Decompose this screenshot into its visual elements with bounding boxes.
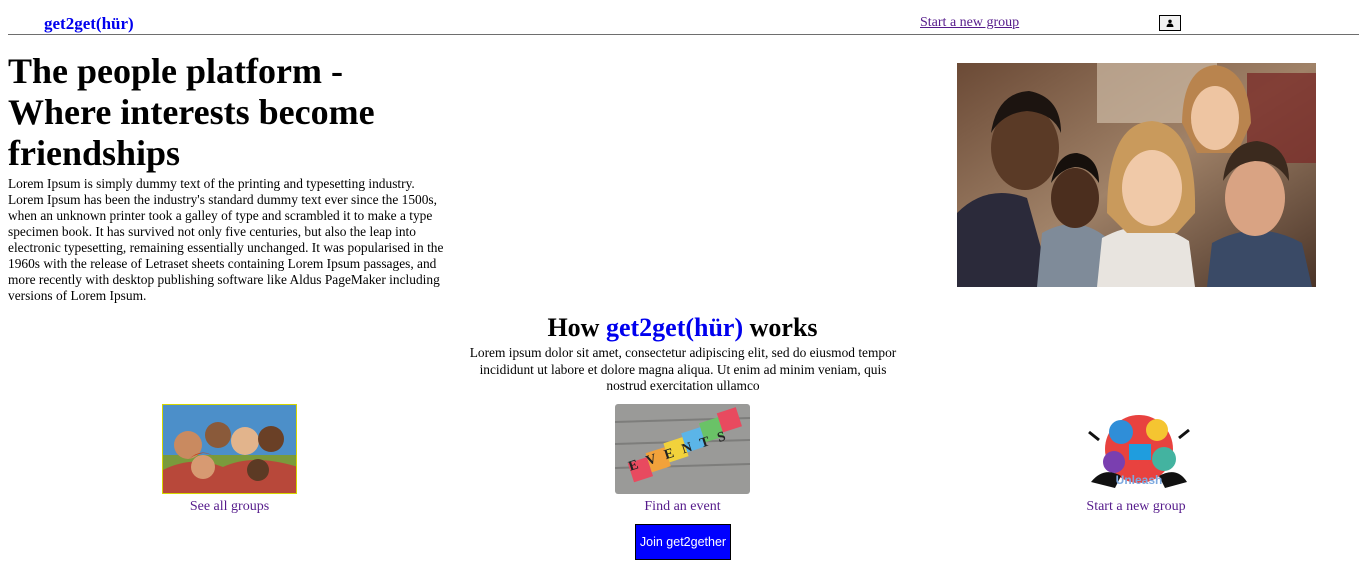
events-card: EVENTS Find an event [615,404,750,515]
start-new-group-card-link[interactable]: Start a new group [1066,499,1206,515]
hero-description: Lorem Ipsum is simply dummy text of the … [8,176,444,303]
user-account-button[interactable] [1159,15,1181,31]
top-bar: get2get(hür) Start a new group [0,0,1359,35]
brand-logo-link[interactable]: get2get(hür) [44,14,134,34]
events-photo[interactable]: EVENTS [615,404,750,494]
groups-photo[interactable] [162,404,297,494]
header-divider [8,34,1359,35]
hero-title: The people platform - Where interests be… [8,51,375,173]
how-title-suffix: works [743,313,818,342]
how-title-brand: get2get(hür) [605,313,744,342]
hero-friends-photo [957,63,1316,287]
find-an-event-link[interactable]: Find an event [615,499,750,515]
start-group-card: Unleash Start a new group [1066,404,1206,515]
start-new-group-link[interactable]: Start a new group [920,15,1019,31]
how-it-works-title: How get2get(hür) works [0,312,1359,344]
user-icon [1166,19,1174,27]
unleash-illustration[interactable]: Unleash [1068,404,1204,494]
groups-card: See all groups [162,404,297,515]
join-get2gether-button[interactable]: Join get2gether [635,524,731,560]
unleash-text: Unleash [1115,473,1162,487]
see-all-groups-link[interactable]: See all groups [162,499,297,515]
how-title-prefix: How [547,313,606,342]
how-it-works-description: Lorem ipsum dolor sit amet, consectetur … [469,345,897,393]
